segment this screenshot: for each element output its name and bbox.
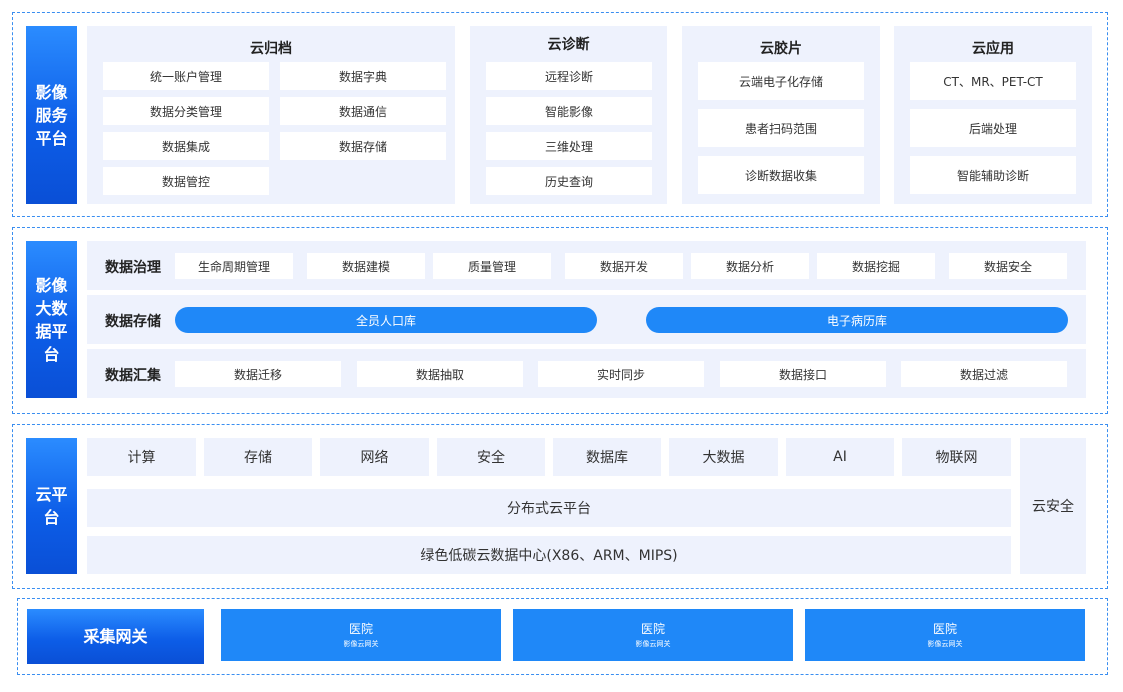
archive-item[interactable]: 数据存储 [280,132,446,160]
archive-item[interactable]: 数据字典 [280,62,446,90]
storage-title: 数据存储 [105,314,161,330]
aggregation-item[interactable]: 数据抽取 [357,361,523,387]
service-bigdata[interactable]: 大数据 [669,438,778,476]
diagnosis-item[interactable]: 历史查询 [486,167,652,195]
aggregation-row: 数据汇集 数据迁移 数据抽取 实时同步 数据接口 数据过滤 [87,349,1086,398]
archive-title: 云归档 [250,41,292,57]
film-title: 云胶片 [760,41,802,57]
diagnosis-item[interactable]: 三维处理 [486,132,652,160]
hospital-gateway-1[interactable]: 医院 影像云网关 [221,609,501,661]
archive-panel: 云归档 统一账户管理 数据字典 数据分类管理 数据通信 数据集成 数据存储 数据… [87,26,455,204]
archive-item[interactable]: 数据集成 [103,132,269,160]
storage-row: 数据存储 全员人口库 电子病历库 [87,295,1086,344]
distributed-cloud-bar[interactable]: 分布式云平台 [87,489,1011,527]
service-storage[interactable]: 存储 [204,438,312,476]
service-network[interactable]: 网络 [320,438,429,476]
diagnosis-item[interactable]: 智能影像 [486,97,652,125]
application-title: 云应用 [972,41,1014,57]
film-panel: 云胶片 云端电子化存储 患者扫码范围 诊断数据收集 [682,26,880,204]
datacenter-bar[interactable]: 绿色低碳云数据中心(X86、ARM、MIPS) [87,536,1011,574]
cloud-security-block[interactable]: 云安全 [1020,438,1086,574]
governance-item[interactable]: 质量管理 [433,253,551,279]
application-item[interactable]: 智能辅助诊断 [910,156,1076,194]
cloud-platform-label: 云平 台 [26,438,77,574]
emr-db-pill[interactable]: 电子病历库 [646,307,1068,333]
service-database[interactable]: 数据库 [553,438,661,476]
service-compute[interactable]: 计算 [87,438,196,476]
aggregation-title: 数据汇集 [105,368,161,384]
film-item[interactable]: 云端电子化存储 [698,62,864,100]
gateway-label: 采集网关 [27,609,204,664]
governance-row: 数据治理 生命周期管理 数据建模 质量管理 数据开发 数据分析 数据挖掘 数据安… [87,241,1086,290]
film-item[interactable]: 患者扫码范围 [698,109,864,147]
governance-item[interactable]: 数据挖掘 [817,253,935,279]
hospital-sub: 影像云网关 [635,640,671,648]
hospital-sub: 影像云网关 [343,640,379,648]
hospital-sub: 影像云网关 [927,640,963,648]
aggregation-item[interactable]: 实时同步 [538,361,704,387]
hospital-name: 医院 [640,622,665,636]
archive-item[interactable]: 数据管控 [103,167,269,195]
application-item[interactable]: CT、MR、PET-CT [910,62,1076,100]
diagnosis-title: 云诊断 [547,37,590,53]
aggregation-item[interactable]: 数据接口 [720,361,886,387]
aggregation-item[interactable]: 数据迁移 [175,361,341,387]
application-item[interactable]: 后端处理 [910,109,1076,147]
service-ai[interactable]: AI [786,438,894,476]
service-security[interactable]: 安全 [437,438,545,476]
hospital-gateway-3[interactable]: 医院 影像云网关 [805,609,1085,661]
population-db-pill[interactable]: 全员人口库 [175,307,597,333]
governance-item[interactable]: 数据安全 [949,253,1067,279]
film-item[interactable]: 诊断数据收集 [698,156,864,194]
application-panel: 云应用 CT、MR、PET-CT 后端处理 智能辅助诊断 [894,26,1092,204]
archive-item[interactable]: 数据通信 [280,97,446,125]
governance-item[interactable]: 数据分析 [691,253,809,279]
aggregation-item[interactable]: 数据过滤 [901,361,1067,387]
big-data-label: 影像 大数 据平 台 [26,241,77,398]
diagnosis-item[interactable]: 远程诊断 [486,62,652,90]
hospital-gateway-2[interactable]: 医院 影像云网关 [513,609,793,661]
hospital-name: 医院 [348,622,373,636]
archive-item[interactable]: 数据分类管理 [103,97,269,125]
diagnosis-panel: 云诊断 远程诊断 智能影像 三维处理 历史查询 [470,26,667,204]
governance-item[interactable]: 数据建模 [307,253,425,279]
governance-item[interactable]: 生命周期管理 [175,253,293,279]
imaging-service-label: 影像 服务 平台 [26,26,77,204]
service-iot[interactable]: 物联网 [902,438,1011,476]
hospital-name: 医院 [932,622,957,636]
governance-title: 数据治理 [105,260,161,276]
archive-item[interactable]: 统一账户管理 [103,62,269,90]
governance-item[interactable]: 数据开发 [565,253,683,279]
